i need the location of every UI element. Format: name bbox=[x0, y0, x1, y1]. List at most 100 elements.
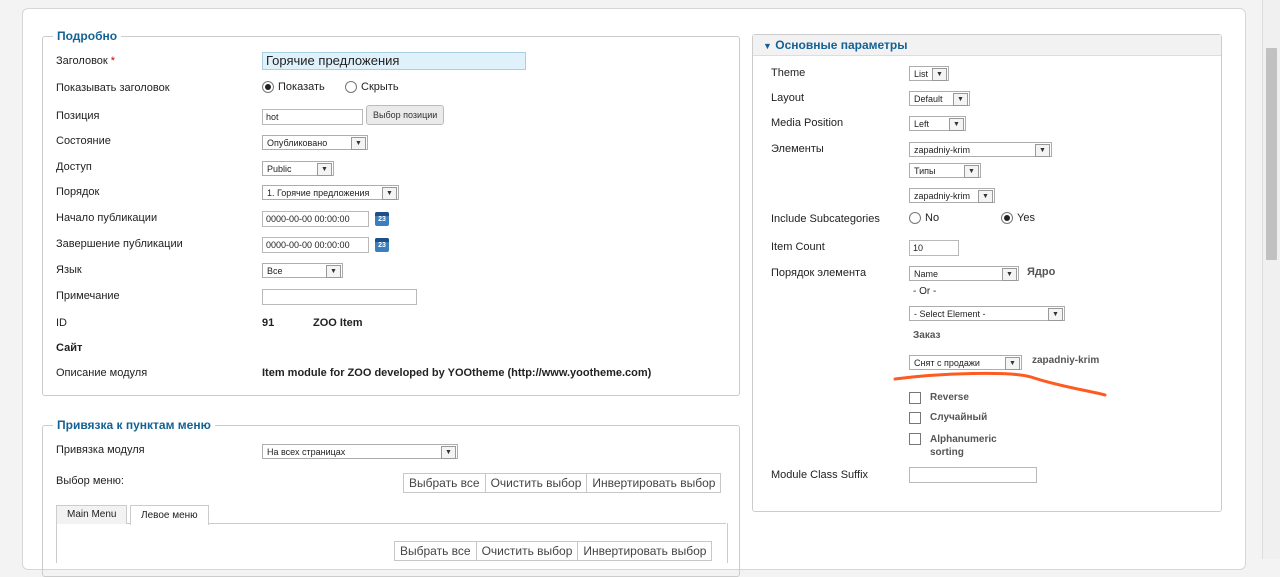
class-suffix-label: Module Class Suffix bbox=[771, 469, 869, 481]
class-suffix-input[interactable] bbox=[909, 467, 1037, 483]
item-count-input[interactable]: 10 bbox=[909, 240, 959, 256]
chevron-down-icon: ▼ bbox=[351, 137, 366, 150]
basic-params-header[interactable]: ▼ Основные параметры bbox=[753, 35, 1221, 56]
order-label: Порядок bbox=[56, 186, 100, 198]
clear-selection-button[interactable]: Очистить выбор bbox=[484, 474, 587, 492]
note-input[interactable] bbox=[262, 289, 417, 305]
select-all-button[interactable]: Выбрать все bbox=[395, 542, 476, 560]
or-text: - Or - bbox=[913, 286, 937, 297]
clear-selection-button[interactable]: Очистить выбор bbox=[475, 542, 578, 560]
radio-unchecked-icon[interactable] bbox=[909, 212, 921, 225]
basic-params-legend: Основные параметры bbox=[775, 38, 908, 52]
tab-left-menu[interactable]: Левое меню bbox=[130, 505, 209, 525]
media-position-label: Media Position bbox=[771, 117, 844, 129]
chevron-down-icon: ▼ bbox=[978, 190, 993, 203]
triangle-down-icon: ▼ bbox=[763, 41, 772, 51]
include-sub-radio-yes[interactable]: Yes bbox=[1001, 212, 1035, 225]
radio-checked-icon[interactable] bbox=[262, 81, 274, 94]
details-legend: Подробно bbox=[53, 29, 122, 43]
order-select[interactable]: 1. Горячие предложения ▼ bbox=[262, 185, 399, 200]
position-input[interactable]: hot bbox=[262, 109, 363, 125]
media-position-select[interactable]: Left ▼ bbox=[909, 116, 966, 131]
include-sub-radio-no[interactable]: No bbox=[909, 212, 939, 225]
site-label: Сайт bbox=[56, 342, 83, 354]
radio-unchecked-icon[interactable] bbox=[345, 81, 357, 94]
item-count-label: Item Count bbox=[771, 241, 825, 253]
tab-main-menu[interactable]: Main Menu bbox=[56, 505, 128, 524]
position-label: Позиция bbox=[56, 110, 100, 122]
elements-label: Элементы bbox=[771, 143, 824, 155]
chevron-down-icon: ▼ bbox=[1002, 268, 1017, 281]
publish-down-label: Завершение публикации bbox=[56, 238, 183, 250]
menu-binding-fieldset: Привязка к пунктам меню Привязка модуля … bbox=[42, 418, 740, 577]
item-order-core: Ядро bbox=[1027, 266, 1056, 278]
id-label: ID bbox=[56, 317, 67, 329]
reverse-label: Reverse bbox=[930, 392, 969, 403]
basic-params-panel: ▼ Основные параметры Theme List ▼ Layout … bbox=[752, 34, 1222, 512]
order-caption: Заказ bbox=[913, 330, 941, 341]
scrollbar-thumb[interactable] bbox=[1266, 48, 1277, 260]
chevron-down-icon: ▼ bbox=[441, 446, 456, 459]
invert-selection-button[interactable]: Инвертировать выбор bbox=[577, 542, 711, 560]
elements-app-select[interactable]: zapadniy-krim ▼ bbox=[909, 142, 1052, 157]
theme-select[interactable]: List ▼ bbox=[909, 66, 949, 81]
show-title-label: Показывать заголовок bbox=[56, 82, 170, 94]
state-label: Состояние bbox=[56, 135, 111, 147]
calendar-icon[interactable]: 23 bbox=[375, 238, 389, 252]
radio-checked-icon[interactable] bbox=[1001, 212, 1013, 225]
annotation-underline bbox=[893, 371, 1107, 397]
item-order-label: Порядок элемента bbox=[771, 267, 867, 279]
alphanumeric-checkbox[interactable] bbox=[909, 433, 921, 445]
id-type: ZOO Item bbox=[313, 317, 363, 329]
publish-up-input[interactable]: 0000-00-00 00:00:00 bbox=[262, 211, 369, 227]
chevron-down-icon: ▼ bbox=[1048, 308, 1063, 321]
chevron-down-icon: ▼ bbox=[949, 118, 964, 131]
select-all-button[interactable]: Выбрать все bbox=[404, 474, 485, 492]
random-checkbox[interactable] bbox=[909, 412, 921, 424]
menu-selection-buttons: Выбрать все Очистить выбор Инвертировать… bbox=[403, 473, 722, 493]
menu-select-label: Выбор меню: bbox=[56, 475, 124, 487]
layout-label: Layout bbox=[771, 92, 805, 104]
alphanumeric-label: Alphanumeric sorting bbox=[930, 434, 997, 458]
description-label: Описание модуля bbox=[56, 367, 148, 379]
id-value: 91 bbox=[262, 317, 275, 329]
elements-category-select[interactable]: zapadniy-krim ▼ bbox=[909, 188, 995, 203]
description-value: Item module for ZOO developed by YOOthem… bbox=[262, 367, 652, 379]
language-select[interactable]: Все ▼ bbox=[262, 263, 343, 278]
access-select[interactable]: Public ▼ bbox=[262, 161, 334, 176]
title-input[interactable]: Горячие предложения bbox=[262, 52, 526, 70]
chevron-down-icon: ▼ bbox=[1035, 144, 1050, 157]
publish-up-label: Начало публикации bbox=[56, 212, 158, 224]
elements-types-select[interactable]: Типы ▼ bbox=[909, 163, 981, 178]
chevron-down-icon: ▼ bbox=[317, 163, 332, 176]
chevron-down-icon: ▼ bbox=[382, 187, 397, 200]
tab-selection-buttons: Выбрать все Очистить выбор Инвертировать… bbox=[394, 541, 713, 561]
language-label: Язык bbox=[56, 264, 82, 276]
menu-binding-legend: Привязка к пунктам меню bbox=[53, 418, 215, 432]
select-element-select[interactable]: - Select Element - ▼ bbox=[909, 306, 1065, 321]
random-label: Случайный bbox=[930, 412, 988, 423]
binding-select[interactable]: На всех страницах ▼ bbox=[262, 444, 458, 459]
chevron-down-icon: ▼ bbox=[953, 93, 968, 106]
reverse-checkbox[interactable] bbox=[909, 392, 921, 404]
binding-label: Привязка модуля bbox=[56, 444, 145, 456]
title-label: Заголовок * bbox=[56, 55, 116, 67]
item-order-select[interactable]: Name ▼ bbox=[909, 266, 1019, 281]
layout-select[interactable]: Default ▼ bbox=[909, 91, 970, 106]
theme-label: Theme bbox=[771, 67, 806, 79]
publish-down-input[interactable]: 0000-00-00 00:00:00 bbox=[262, 237, 369, 253]
select-position-button[interactable]: Выбор позиции bbox=[366, 105, 445, 125]
state-select[interactable]: Опубликовано ▼ bbox=[262, 135, 368, 150]
calendar-icon[interactable]: 23 bbox=[375, 212, 389, 226]
required-mark: * bbox=[110, 55, 116, 67]
invert-selection-button[interactable]: Инвертировать выбор bbox=[586, 474, 720, 492]
show-title-radio-show[interactable]: Показать bbox=[262, 81, 325, 94]
chevron-down-icon: ▼ bbox=[964, 165, 979, 178]
page-scrollbar[interactable] bbox=[1262, 0, 1280, 559]
details-fieldset: Подробно Заголовок * Горячие предложения… bbox=[42, 29, 740, 396]
show-title-radio-hide[interactable]: Скрыть bbox=[345, 81, 399, 94]
include-sub-label: Include Subcategories bbox=[771, 213, 880, 225]
chevron-down-icon: ▼ bbox=[932, 68, 947, 81]
chevron-down-icon: ▼ bbox=[326, 265, 341, 278]
note-label: Примечание bbox=[56, 290, 120, 302]
